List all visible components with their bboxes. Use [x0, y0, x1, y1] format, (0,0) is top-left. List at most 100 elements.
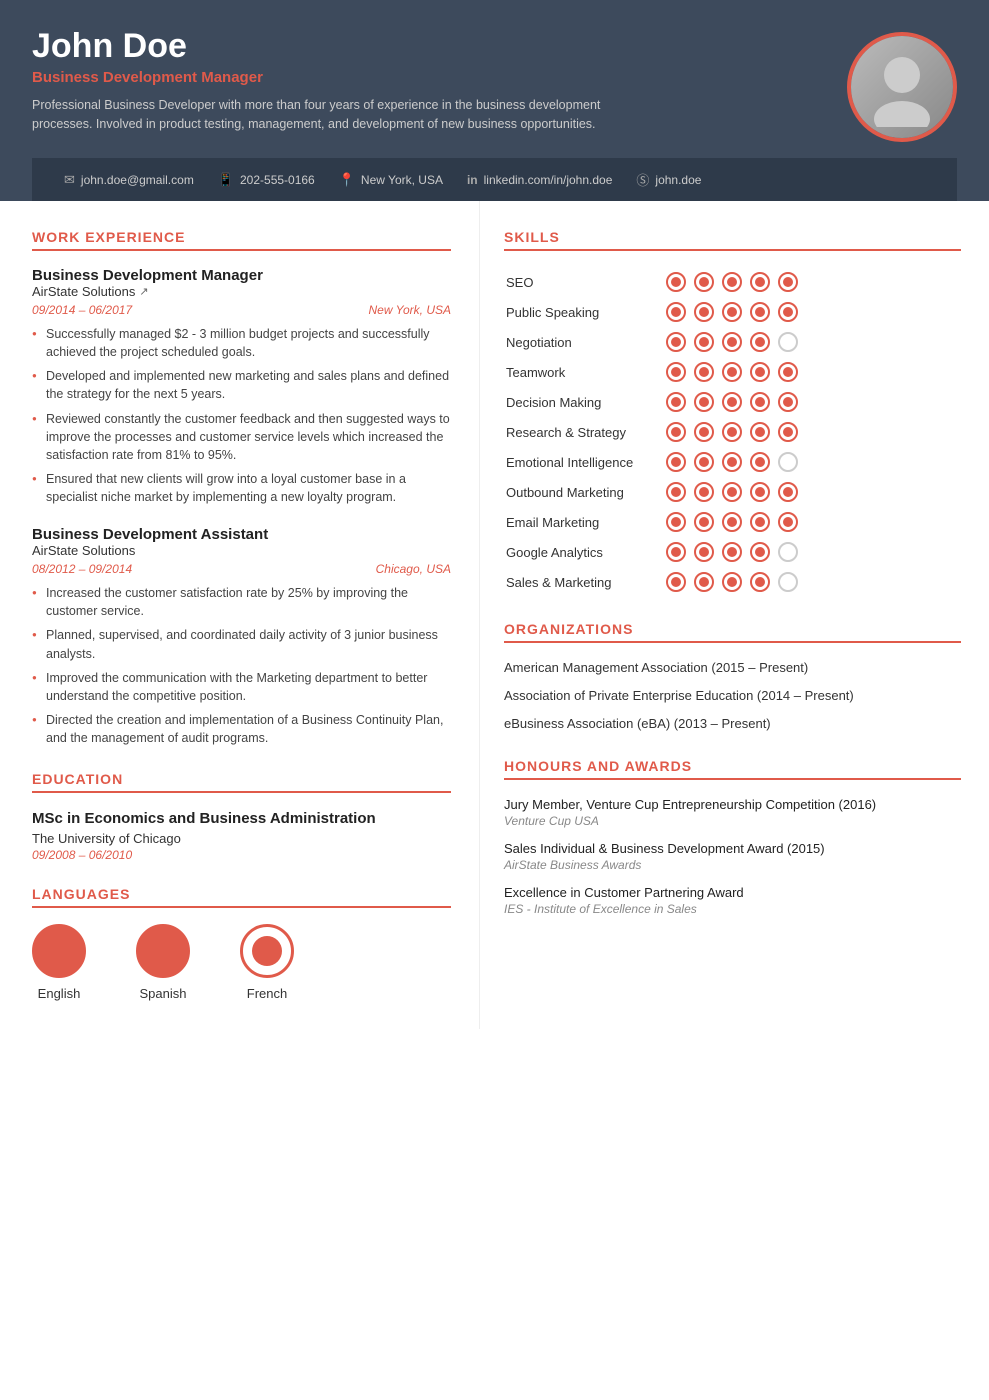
- date-location-1: 09/2014 – 06/2017 New York, USA: [32, 303, 451, 317]
- honours-section: HONOURS AND AWARDS Jury Member, Venture …: [504, 758, 961, 917]
- honour-source-text: AirState Business Awards: [504, 858, 961, 872]
- honour-title-text: Jury Member, Venture Cup Entrepreneurshi…: [504, 796, 961, 814]
- right-column: SKILLS SEOPublic SpeakingNegotiationTeam…: [480, 201, 989, 1029]
- avatar: [847, 32, 957, 142]
- skill-row: Negotiation: [504, 327, 961, 357]
- skill-name-cell: Google Analytics: [504, 537, 664, 567]
- skill-dot: [694, 332, 714, 352]
- skill-dot: [750, 482, 770, 502]
- skill-dot: [666, 422, 686, 442]
- lang-label-spanish: Spanish: [140, 986, 187, 1001]
- bullet-2-2: Planned, supervised, and coordinated dai…: [32, 626, 451, 662]
- candidate-job-title: Business Development Manager: [32, 69, 632, 86]
- contact-phone: 📱 202-555-0166: [218, 172, 315, 188]
- organizations-section: ORGANIZATIONS American Management Associ…: [504, 621, 961, 734]
- honour-source-text: IES - Institute of Excellence in Sales: [504, 902, 961, 916]
- skill-dot: [722, 452, 742, 472]
- lang-english: English: [32, 924, 86, 1001]
- skill-dots-cell: [664, 507, 961, 537]
- skills-section: SKILLS SEOPublic SpeakingNegotiationTeam…: [504, 229, 961, 597]
- linkedin-icon: in: [467, 173, 478, 187]
- contact-skype: Ⓢ john.doe: [636, 170, 701, 189]
- honours-title: HONOURS AND AWARDS: [504, 758, 961, 780]
- org-item: eBusiness Association (eBA) (2013 – Pres…: [504, 715, 961, 733]
- location-icon: 📍: [339, 172, 355, 188]
- contact-location: 📍 New York, USA: [339, 172, 443, 188]
- skill-dot: [666, 332, 686, 352]
- skill-dot: [778, 482, 798, 502]
- honour-source-text: Venture Cup USA: [504, 814, 961, 828]
- lang-circle-french: [240, 924, 294, 978]
- organizations-list: American Management Association (2015 – …: [504, 659, 961, 734]
- skill-dots-cell: [664, 477, 961, 507]
- main-content: WORK EXPERIENCE Business Development Man…: [0, 201, 989, 1029]
- skills-table: SEOPublic SpeakingNegotiationTeamworkDec…: [504, 267, 961, 597]
- job-title-1: Business Development Manager: [32, 267, 451, 284]
- skill-dot: [666, 392, 686, 412]
- skill-dot: [778, 452, 798, 472]
- skill-dot: [778, 332, 798, 352]
- lang-label-english: English: [38, 986, 81, 1001]
- education-section: EDUCATION MSc in Economics and Business …: [32, 771, 451, 862]
- skill-dot: [722, 302, 742, 322]
- skill-dot: [722, 392, 742, 412]
- skills-title: SKILLS: [504, 229, 961, 251]
- email-icon: ✉: [64, 172, 75, 188]
- skill-dot: [778, 392, 798, 412]
- honour-title-text: Sales Individual & Business Development …: [504, 840, 961, 858]
- skill-dot: [722, 332, 742, 352]
- skill-dot: [694, 302, 714, 322]
- skill-dot: [666, 542, 686, 562]
- skill-dots-cell: [664, 447, 961, 477]
- candidate-summary: Professional Business Developer with mor…: [32, 96, 632, 134]
- skill-dot: [722, 422, 742, 442]
- skill-dot: [778, 542, 798, 562]
- skill-row: Sales & Marketing: [504, 567, 961, 597]
- work-experience-title: WORK EXPERIENCE: [32, 229, 451, 251]
- date-1: 09/2014 – 06/2017: [32, 303, 132, 317]
- skill-dot: [778, 302, 798, 322]
- company-name-1: AirState Solutions ↗: [32, 284, 451, 299]
- ext-link-icon-1: ↗: [139, 285, 148, 298]
- skill-dot: [750, 512, 770, 532]
- honour-item: Sales Individual & Business Development …: [504, 840, 961, 872]
- languages-title: LANGUAGES: [32, 886, 451, 908]
- org-item: American Management Association (2015 – …: [504, 659, 961, 677]
- bullet-2-1: Increased the customer satisfaction rate…: [32, 584, 451, 620]
- phone-icon: 📱: [218, 172, 234, 188]
- skill-name-cell: Teamwork: [504, 357, 664, 387]
- skill-dot: [750, 542, 770, 562]
- skill-dot: [722, 272, 742, 292]
- header-section: John Doe Business Development Manager Pr…: [0, 0, 989, 201]
- skill-dots-cell: [664, 267, 961, 297]
- skill-dots-cell: [664, 417, 961, 447]
- edu-degree-1: MSc in Economics and Business Administra…: [32, 809, 451, 829]
- skill-dot: [666, 452, 686, 472]
- lang-circle-english: [32, 924, 86, 978]
- skill-dot: [694, 422, 714, 442]
- bullet-2-3: Improved the communication with the Mark…: [32, 669, 451, 705]
- honours-list: Jury Member, Venture Cup Entrepreneurshi…: [504, 796, 961, 917]
- skill-dot: [694, 542, 714, 562]
- skill-dots-cell: [664, 297, 961, 327]
- skill-dots-cell: [664, 567, 961, 597]
- skill-dot: [694, 362, 714, 382]
- skill-row: Decision Making: [504, 387, 961, 417]
- date-location-2: 08/2012 – 09/2014 Chicago, USA: [32, 562, 451, 576]
- skill-dot: [750, 272, 770, 292]
- edu-school-1: The University of Chicago: [32, 831, 451, 846]
- skill-name-cell: Negotiation: [504, 327, 664, 357]
- bullet-1-1: Successfully managed $2 - 3 million budg…: [32, 325, 451, 361]
- skill-dot: [722, 362, 742, 382]
- skill-dot: [666, 572, 686, 592]
- skill-dot: [750, 572, 770, 592]
- skill-name-cell: Email Marketing: [504, 507, 664, 537]
- bullet-1-3: Reviewed constantly the customer feedbac…: [32, 410, 451, 464]
- skill-name-cell: Outbound Marketing: [504, 477, 664, 507]
- skill-dot: [666, 272, 686, 292]
- skill-dot: [694, 452, 714, 472]
- contact-bar: ✉ john.doe@gmail.com 📱 202-555-0166 📍 Ne…: [32, 158, 957, 201]
- skill-row: SEO: [504, 267, 961, 297]
- skill-name-cell: Decision Making: [504, 387, 664, 417]
- job-title-2: Business Development Assistant: [32, 526, 451, 543]
